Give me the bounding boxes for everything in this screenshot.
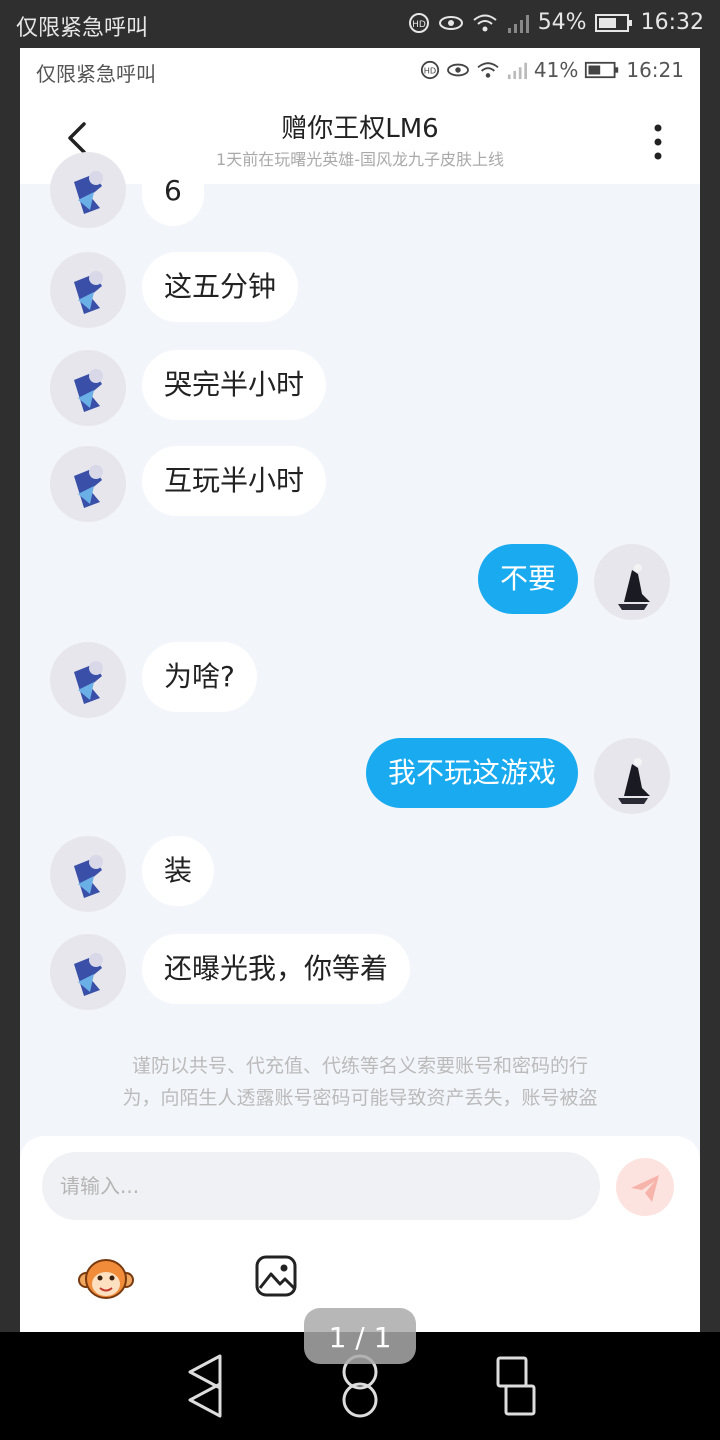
svg-text:HD: HD — [412, 20, 426, 30]
chat-title: 赠你王权LM6 — [281, 114, 439, 144]
eye-icon — [438, 15, 463, 30]
hd-call-icon: HD — [408, 12, 429, 33]
battery-icon — [585, 61, 619, 79]
outer-battery-percent: 54% — [537, 10, 587, 35]
message-bubble[interactable]: 装 — [142, 836, 215, 906]
message-bubble[interactable]: 6 — [142, 156, 204, 226]
contact-avatar[interactable] — [50, 446, 126, 522]
message-bubble[interactable]: 还曝光我，你等着 — [142, 934, 411, 1004]
chat-subtitle: 1天前在玩曙光英雄-国风龙九子皮肤上线 — [216, 150, 504, 169]
outer-status-icons: HD 54% 16:32 — [408, 10, 704, 35]
paper-plane-icon — [631, 1175, 659, 1202]
contact-avatar[interactable] — [50, 152, 126, 228]
page-indicator: 1 / 1 — [304, 1308, 416, 1364]
inner-status-icons: HD 41% 16:21 — [420, 58, 684, 82]
warning-line: 谨防以共号、代充值、代练等名义索要账号和密码的行 — [131, 1055, 588, 1077]
message-bubble[interactable]: 这五分钟 — [142, 252, 299, 322]
outer-status-bar: 仅限紧急呼叫 HD 54% 16:32 — [0, 0, 720, 48]
square-recent-icon[interactable] — [494, 1354, 538, 1420]
message-bubble-own[interactable]: 我不玩这游戏 — [365, 738, 578, 808]
warning-line: 为，向陌生人透露账号密码可能导致资产丢失，账号被盗 — [122, 1087, 598, 1109]
message-bubble[interactable]: 为啥? — [142, 642, 257, 712]
contact-avatar[interactable] — [50, 934, 126, 1010]
message-bubble[interactable]: 互玩半小时 — [142, 446, 327, 516]
my-avatar[interactable] — [594, 738, 670, 814]
outer-carrier-text: 仅限紧急呼叫 — [16, 16, 149, 41]
battery-icon — [594, 13, 632, 32]
inner-time: 16:21 — [626, 58, 684, 82]
image-icon[interactable] — [254, 1254, 298, 1298]
message-input[interactable] — [42, 1152, 600, 1220]
inner-status-bar: 仅限紧急呼叫 HD 41% 16:21 — [20, 48, 700, 94]
message-list[interactable]: 6 这五分钟 哭完半小时 互玩半小时 不要 为啥? 我不玩这游戏 装 还曝光我，… — [20, 152, 700, 1136]
message-bubble[interactable]: 哭完半小时 — [142, 350, 327, 420]
outer-time: 16:32 — [640, 10, 704, 35]
contact-avatar[interactable] — [50, 836, 126, 912]
monkey-emoji-icon[interactable] — [78, 1252, 134, 1304]
security-warning: 谨防以共号、代充值、代练等名义索要账号和密码的行 为，向陌生人透露账号密码可能导… — [70, 1050, 650, 1114]
contact-avatar[interactable] — [50, 642, 126, 718]
send-button[interactable] — [616, 1158, 674, 1216]
message-bubble-own[interactable]: 不要 — [477, 544, 578, 614]
eye-icon — [446, 63, 469, 77]
triangle-back-icon[interactable] — [180, 1352, 228, 1420]
message-composer — [20, 1136, 700, 1332]
signal-icon — [507, 14, 529, 33]
svg-text:HD: HD — [424, 66, 436, 76]
more-vertical-icon[interactable] — [646, 122, 670, 162]
inner-battery-percent: 41% — [533, 58, 579, 82]
wifi-icon — [477, 62, 499, 78]
signal-icon — [507, 62, 527, 80]
contact-avatar[interactable] — [50, 252, 126, 328]
hd-call-icon: HD — [420, 60, 439, 80]
my-avatar[interactable] — [594, 544, 670, 620]
inner-carrier-text: 仅限紧急呼叫 — [36, 62, 156, 86]
wifi-icon — [473, 14, 497, 31]
contact-avatar[interactable] — [50, 350, 126, 426]
chat-screen: 仅限紧急呼叫 HD 41% 16:21 赠你王权LM6 1天前在玩曙光英雄-国风… — [20, 48, 700, 1332]
chat-header: 赠你王权LM6 1天前在玩曙光英雄-国风龙九子皮肤上线 — [20, 94, 700, 184]
